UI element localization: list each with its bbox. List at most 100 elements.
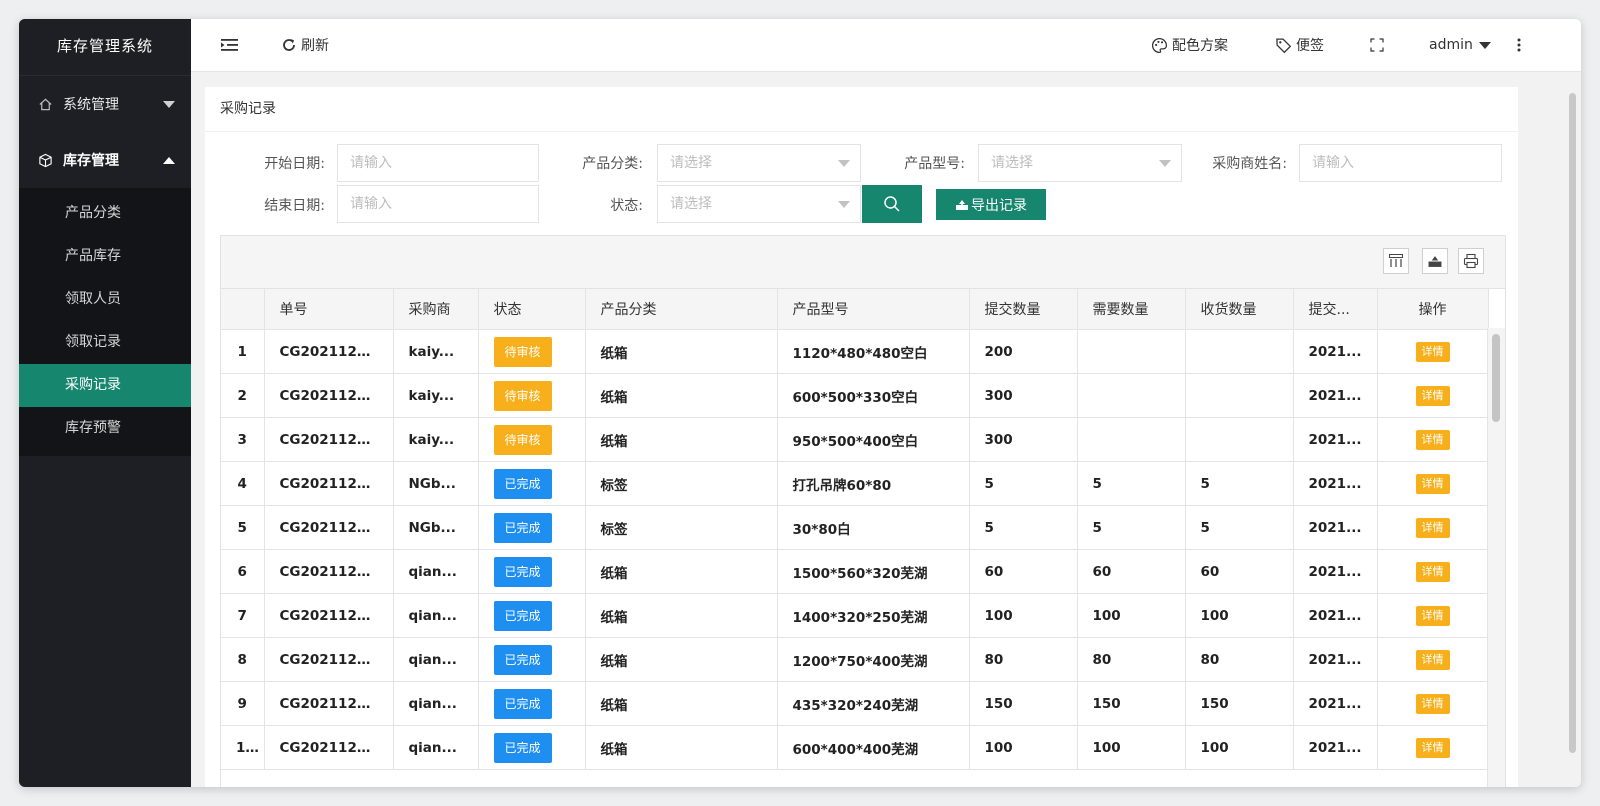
search-button[interactable] <box>862 185 922 223</box>
model-cell: 1120*480*480空白 <box>777 329 970 374</box>
status-badge: 已完成 <box>493 512 552 543</box>
page-scrollbar-thumb[interactable] <box>1569 93 1576 753</box>
received-qty-cell <box>1185 329 1294 374</box>
col-index <box>221 289 265 330</box>
records-table: 单号 采购商 状态 产品分类 产品型号 提交数量 需要数量 收货数量 提交...… <box>221 289 1489 770</box>
table-row[interactable]: 9 CG2021122... qian... 已完成 纸箱 435*320*240芜湖 15… <box>221 681 1489 726</box>
table-row[interactable]: 1 CG2021122... kaiy... 待审核 纸箱 1120*480*480空白 2… <box>221 329 1489 374</box>
table-row[interactable]: 2 CG2021122... kaiy... 待审核 纸箱 600*500*330空白 30… <box>221 373 1489 418</box>
col-model[interactable]: 产品型号 <box>777 289 970 330</box>
order-no-cell: CG2021122... <box>264 593 394 638</box>
page-scrollbar[interactable] <box>1565 73 1579 787</box>
col-submit-qty[interactable]: 提交数量 <box>969 289 1078 330</box>
buyer-name-label: 采购商姓名: <box>1212 156 1287 172</box>
sidebar-item-purchase-records[interactable]: 采购记录 <box>19 364 191 407</box>
detail-button[interactable]: 详情 <box>1415 561 1450 582</box>
sidebar-item-stock-alert[interactable]: 库存预警 <box>19 407 191 450</box>
received-qty-cell <box>1185 417 1294 462</box>
model-select[interactable]: 请选择 <box>978 144 1182 182</box>
status-select[interactable]: 请选择 <box>657 185 861 223</box>
column-filter-button[interactable] <box>1383 248 1409 274</box>
row-index: 9 <box>221 681 265 726</box>
detail-button[interactable]: 详情 <box>1415 429 1450 450</box>
actions-cell: 详情 <box>1377 637 1489 682</box>
need-qty-cell <box>1077 373 1186 418</box>
table-scrollbar[interactable] <box>1487 328 1505 787</box>
more-button[interactable] <box>1517 19 1525 71</box>
category-select[interactable]: 请选择 <box>657 144 861 182</box>
detail-button[interactable]: 详情 <box>1415 517 1450 538</box>
table-row[interactable]: 4 CG2021122... NGb... 已完成 标签 打孔吊牌60*80 5 5 5 2021… <box>221 461 1489 506</box>
submit-qty-cell: 60 <box>969 549 1078 594</box>
detail-button[interactable]: 详情 <box>1415 473 1450 494</box>
received-qty-cell: 60 <box>1185 549 1294 594</box>
notes-button[interactable]: 便签 <box>1275 19 1324 71</box>
table-row[interactable]: 3 CG2021122... kaiy... 待审核 纸箱 950*500*400空白 30… <box>221 417 1489 462</box>
start-date-input[interactable] <box>337 144 539 182</box>
start-date-label: 开始日期: <box>264 156 325 172</box>
buyer-name-input[interactable] <box>1299 144 1502 182</box>
buyer-cell: kaiy... <box>393 373 479 418</box>
detail-button[interactable]: 详情 <box>1415 693 1450 714</box>
table-row[interactable]: 8 CG2021122... qian... 已完成 纸箱 1200*750*400芜湖 8… <box>221 637 1489 682</box>
print-button[interactable] <box>1458 248 1484 274</box>
need-qty-cell: 100 <box>1077 593 1186 638</box>
refresh-button[interactable]: 刷新 <box>281 19 329 71</box>
menu-toggle-button[interactable] <box>221 19 243 71</box>
detail-button[interactable]: 详情 <box>1415 605 1450 626</box>
submit-time-cell: 2021... <box>1293 549 1378 594</box>
sidebar-group-inventory[interactable]: 库存管理 <box>19 132 191 188</box>
col-order-no[interactable]: 单号 <box>264 289 394 330</box>
buyer-cell: qian... <box>393 681 479 726</box>
row-index: 4 <box>221 461 265 506</box>
submit-time-cell: 2021... <box>1293 461 1378 506</box>
sidebar-item-product-category[interactable]: 产品分类 <box>19 192 191 235</box>
model-cell: 435*320*240芜湖 <box>777 681 970 726</box>
submit-qty-cell: 5 <box>969 505 1078 550</box>
model-cell: 打孔吊牌60*80 <box>777 461 970 506</box>
col-category[interactable]: 产品分类 <box>585 289 778 330</box>
order-no-cell: CG2021122... <box>264 637 394 682</box>
col-buyer[interactable]: 采购商 <box>393 289 479 330</box>
status-badge: 待审核 <box>493 380 552 411</box>
model-select-placeholder: 请选择 <box>991 155 1033 171</box>
model-cell: 600*400*400芜湖 <box>777 725 970 770</box>
export-records-button[interactable]: 导出记录 <box>936 189 1046 220</box>
detail-button[interactable]: 详情 <box>1415 341 1450 362</box>
order-no-cell: CG2021122... <box>264 549 394 594</box>
category-select-placeholder: 请选择 <box>670 155 712 171</box>
table-row[interactable]: 7 CG2021122... qian... 已完成 纸箱 1400*320*250芜湖 1… <box>221 593 1489 638</box>
col-status[interactable]: 状态 <box>478 289 586 330</box>
need-qty-cell: 150 <box>1077 681 1186 726</box>
status-filter-label: 状态: <box>610 198 643 214</box>
category-cell: 纸箱 <box>585 593 778 638</box>
detail-button[interactable]: 详情 <box>1415 737 1450 758</box>
table-row[interactable]: 6 CG2021122... qian... 已完成 纸箱 1500*560*320芜湖 6… <box>221 549 1489 594</box>
theme-button[interactable]: 配色方案 <box>1151 19 1228 71</box>
row-index: 8 <box>221 637 265 682</box>
row-index: 7 <box>221 593 265 638</box>
detail-button[interactable]: 详情 <box>1415 385 1450 406</box>
fullscreen-button[interactable] <box>1370 19 1388 71</box>
sidebar-group-system[interactable]: 系统管理 <box>19 76 191 132</box>
sidebar-item-receive-records[interactable]: 领取记录 <box>19 321 191 364</box>
status-badge: 已完成 <box>493 732 552 763</box>
table-scrollbar-thumb[interactable] <box>1492 334 1500 422</box>
end-date-input[interactable] <box>337 185 539 223</box>
sidebar-item-product-stock[interactable]: 产品库存 <box>19 235 191 278</box>
user-menu-button[interactable]: admin <box>1429 19 1491 71</box>
export-icon <box>956 200 968 210</box>
export-table-button[interactable] <box>1422 248 1448 274</box>
buyer-cell: NGb... <box>393 505 479 550</box>
col-submit-time[interactable]: 提交... <box>1293 289 1378 330</box>
table-row[interactable]: 5 CG2021122... NGb... 已完成 标签 30*80白 5 5 5 2021...… <box>221 505 1489 550</box>
chevron-down-icon <box>163 100 175 108</box>
table-row[interactable]: 10 CG2021122... qian... 已完成 纸箱 600*400*400芜湖 1… <box>221 725 1489 770</box>
buyer-cell: qian... <box>393 637 479 682</box>
col-received-qty[interactable]: 收货数量 <box>1185 289 1294 330</box>
actions-cell: 详情 <box>1377 329 1489 374</box>
received-qty-cell: 5 <box>1185 461 1294 506</box>
detail-button[interactable]: 详情 <box>1415 649 1450 670</box>
col-need-qty[interactable]: 需要数量 <box>1077 289 1186 330</box>
sidebar-item-receivers[interactable]: 领取人员 <box>19 278 191 321</box>
